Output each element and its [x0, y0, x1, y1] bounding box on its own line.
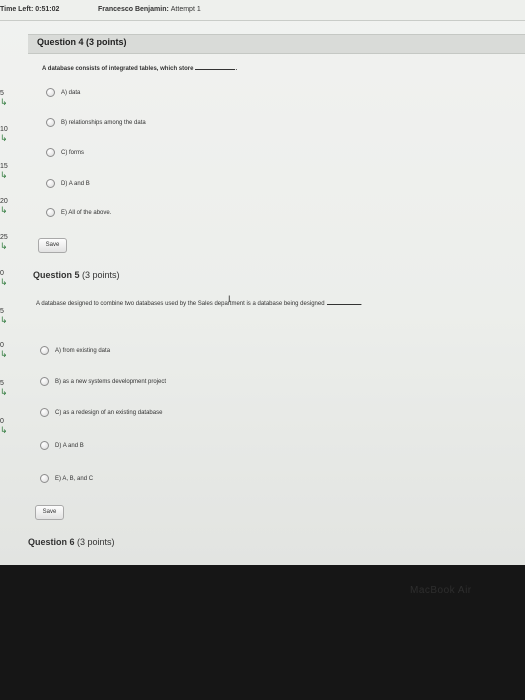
rail-item[interactable]: 15 ↳ [0, 163, 14, 180]
question-5-points: (3 points) [82, 270, 120, 280]
question-5-prompt: A database designed to combine two datab… [36, 298, 362, 307]
grade-arrow-icon: ↳ [0, 277, 8, 287]
radio-button-icon[interactable] [46, 118, 55, 127]
question-5-option-c[interactable]: C) as a redesign of an existing database [40, 408, 162, 417]
question-5-prompt-text: A database designed to combine two datab… [36, 301, 325, 307]
question-4-option-d[interactable]: D) A and B [46, 179, 90, 188]
question-6-points: (3 points) [77, 537, 115, 547]
radio-button-icon[interactable] [40, 346, 49, 355]
option-label: E) All of the above. [61, 209, 112, 216]
time-left-value: 0:51:02 [35, 6, 60, 13]
option-label: B) relationships among the data [61, 119, 146, 126]
rail-item[interactable]: 5 ↳ [0, 90, 14, 107]
question-4-prompt-text: A database consists of integrated tables… [42, 66, 194, 72]
rail-item[interactable]: 5 ↳ [0, 380, 14, 397]
quiz-screen: Time Left: 0:51:02 Francesco Benjamin: A… [0, 0, 525, 565]
grade-arrow-icon: ↳ [0, 241, 8, 251]
option-label: A) data [61, 89, 81, 96]
grade-arrow-icon: ↳ [0, 97, 8, 107]
option-label: D) A and B [55, 442, 84, 449]
student-name: Francesco Benjamin: [98, 6, 169, 13]
laptop-brand-label: MacBook Air [410, 585, 472, 596]
text-cursor-icon: I [228, 294, 231, 304]
question-5-number: Question 5 [33, 270, 80, 280]
question-6-number: Question 6 [28, 537, 75, 547]
question-4-prompt: A database consists of integrated tables… [42, 63, 237, 72]
question-4-save-button[interactable]: Save [38, 238, 67, 253]
radio-button-icon[interactable] [46, 208, 55, 217]
question-5-option-a[interactable]: A) from existing data [40, 346, 110, 355]
rail-item[interactable]: 5 ↳ [0, 308, 14, 325]
question-5-option-e[interactable]: E) A, B, and C [40, 474, 93, 483]
radio-button-icon[interactable] [46, 148, 55, 157]
question-4-option-c[interactable]: C) forms [46, 148, 84, 157]
question-5-save-button[interactable]: Save [35, 505, 64, 520]
radio-button-icon[interactable] [46, 179, 55, 188]
side-rail: 5 ↳ 10 ↳ 15 ↳ 20 ↳ 25 ↳ 0 ↳ 5 ↳ 0 ↳ 5 ↳ 0 ↳ [0, 20, 14, 565]
question-4-option-b[interactable]: B) relationships among the data [46, 118, 146, 127]
rail-item[interactable]: 0 ↳ [0, 342, 14, 359]
question-4-number: Question 4 [37, 37, 84, 47]
student-attempt: Francesco Benjamin: Attempt 1 [98, 0, 201, 20]
radio-button-icon[interactable] [46, 88, 55, 97]
question-4-points: (3 points) [86, 37, 127, 47]
answer-blank [326, 298, 361, 305]
question-5-title: Question 5 (3 points) [33, 270, 120, 280]
question-4-option-e[interactable]: E) All of the above. [46, 208, 111, 217]
option-label: B) as a new systems development project [55, 378, 167, 385]
radio-button-icon[interactable] [40, 474, 49, 483]
grade-arrow-icon: ↳ [0, 387, 8, 397]
time-left-label: Time Left: [0, 6, 34, 13]
radio-button-icon[interactable] [40, 408, 49, 417]
rail-item[interactable]: 25 ↳ [0, 234, 14, 251]
radio-button-icon[interactable] [40, 441, 49, 450]
option-label: A) from existing data [55, 347, 111, 354]
option-label: E) A, B, and C [55, 475, 94, 482]
question-5-option-b[interactable]: B) as a new systems development project [40, 377, 166, 386]
time-left: Time Left: 0:51:02 [0, 0, 59, 20]
question-5-option-d[interactable]: D) A and B [40, 441, 84, 450]
grade-arrow-icon: ↳ [0, 170, 8, 180]
answer-blank [195, 63, 236, 70]
radio-button-icon[interactable] [40, 377, 49, 386]
question-4-option-a[interactable]: A) data [46, 88, 80, 97]
rail-item[interactable]: 20 ↳ [0, 198, 14, 215]
attempt-label: Attempt 1 [170, 6, 201, 13]
rail-item[interactable]: 10 ↳ [0, 126, 14, 143]
question-4-title: Question 4 (3 points) [37, 37, 127, 47]
grade-arrow-icon: ↳ [0, 425, 8, 435]
rail-item[interactable]: 0 ↳ [0, 270, 14, 287]
option-label: D) A and B [61, 180, 90, 187]
grade-arrow-icon: ↳ [0, 315, 8, 325]
grade-arrow-icon: ↳ [0, 133, 8, 143]
grade-arrow-icon: ↳ [0, 205, 8, 215]
grade-arrow-icon: ↳ [0, 349, 8, 359]
quiz-status-bar: Time Left: 0:51:02 Francesco Benjamin: A… [0, 0, 525, 21]
option-label: C) as a redesign of an existing database [55, 409, 163, 416]
question-4-header: Question 4 (3 points) [28, 34, 525, 54]
rail-item[interactable]: 0 ↳ [0, 418, 14, 435]
option-label: C) forms [61, 149, 85, 156]
question-6-title: Question 6 (3 points) [28, 537, 115, 547]
